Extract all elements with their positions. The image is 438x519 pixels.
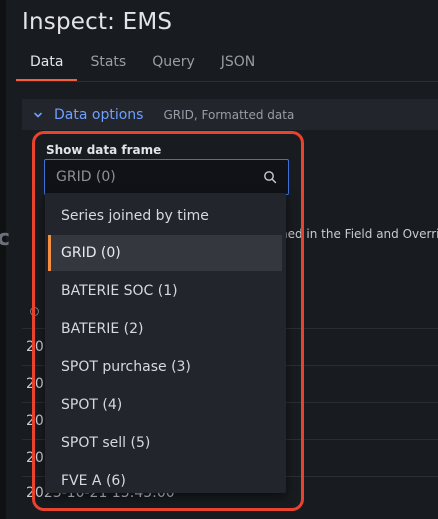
drawer-title: Inspect: EMS xyxy=(22,9,173,35)
data-options-header[interactable]: Data options GRID, Formatted data xyxy=(22,99,438,130)
tab-stats[interactable]: Stats xyxy=(77,52,139,82)
data-options-summary: GRID, Formatted data xyxy=(163,107,295,122)
page-edge-strip: c xyxy=(0,0,10,519)
background-glyph: c xyxy=(0,226,11,251)
annotation-highlight-outline xyxy=(32,131,304,511)
chevron-down-icon xyxy=(34,112,42,117)
tabs-divider xyxy=(16,81,438,82)
data-options-label: Data options xyxy=(54,106,144,123)
tab-json[interactable]: JSON xyxy=(208,52,269,82)
inspect-tabs: Data Stats Query JSON xyxy=(16,52,268,82)
tab-query[interactable]: Query xyxy=(139,52,208,82)
tab-data[interactable]: Data xyxy=(16,52,78,82)
